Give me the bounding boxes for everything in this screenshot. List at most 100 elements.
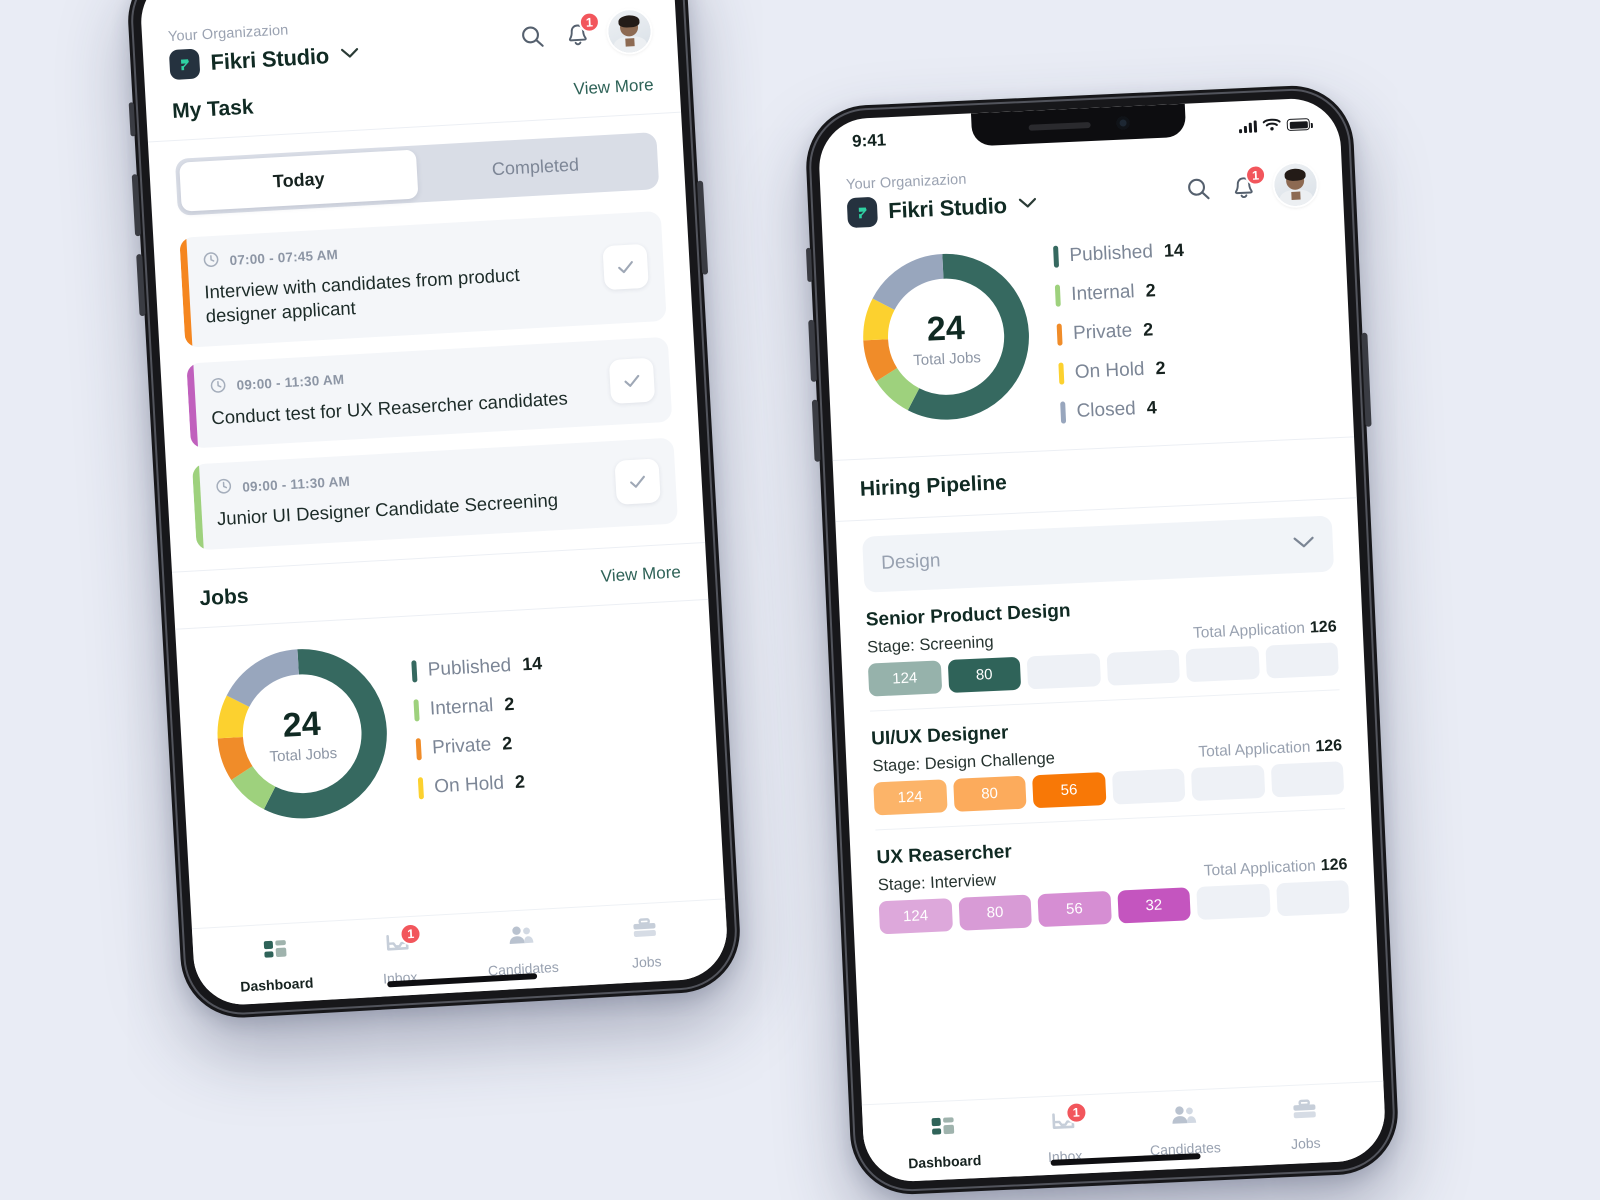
tab-completed[interactable]: Completed [416,136,655,198]
pipeline-row[interactable]: Senior Product Design Stage: Screening Tot… [864,571,1340,712]
donut-center-label: 24 Total Jobs [849,240,1043,439]
donut-total-label: Total Jobs [269,744,338,766]
legend-item: On Hold 2 [417,770,550,799]
jobs-donut-section: 24 Total Jobs Published 14 Internal 2 Privat… [175,600,721,850]
left-screen: Your Organizazion Fikri Studio 1 My Task… [138,0,730,1008]
header-actions: 1 [1184,162,1318,213]
legend-item: Internal 2 [1054,278,1186,307]
pipeline-row[interactable]: UX Reasercher Stage: Interview Total Appli… [875,809,1350,948]
donut-total-value: 24 [281,704,322,745]
pipeline-slot-empty [1264,642,1339,679]
power-button[interactable] [696,180,709,275]
bottom-navigation: Dashboard Inbox 1 Candidates Jobs [861,1080,1387,1184]
bell-icon[interactable]: 1 [1229,164,1267,201]
legend-label: Private [431,733,492,759]
chevron-down-icon[interactable] [339,46,359,65]
legend-color-swatch [1054,284,1061,307]
clock-icon [202,251,220,272]
wifi-icon [1262,115,1281,136]
right-screen: 9:41 Your Organizazion Fikri Studio 1 24… [817,96,1387,1184]
nav-item-dashboard[interactable]: Dashboard [213,935,339,996]
notification-badge: 1 [1244,164,1267,187]
search-icon[interactable] [518,22,548,52]
silent-switch[interactable] [805,247,813,282]
legend-item: Private 2 [1056,317,1188,346]
search-icon[interactable] [1184,175,1213,204]
organization-block[interactable]: Your Organizazion Fikri Studio [846,169,1038,229]
pipeline-list: Senior Product Design Stage: Screening Tot… [839,570,1377,949]
header-actions: 1 [517,9,652,60]
status-time: 9:41 [851,130,887,151]
legend-label: On Hold [433,772,505,798]
pipeline-row[interactable]: UI/UX Designer Stage: Design Challenge Tot… [870,690,1345,831]
nav-item-label: Jobs [631,953,662,971]
organization-label: Your Organizazion [845,171,967,194]
pipeline-stage: Stage: Design Challenge [872,749,1056,776]
legend-color-swatch [1058,361,1065,385]
check-icon[interactable] [608,357,656,404]
nav-item-label: Jobs [1290,1134,1321,1152]
volume-down-button[interactable] [811,399,821,462]
legend-label: Internal [429,694,494,720]
check-icon[interactable] [614,458,661,505]
volume-down-button[interactable] [136,253,146,317]
organization-name: Fikri Studio [209,43,330,75]
nav-item-label: Dashboard [239,974,314,995]
nav-item-candidates[interactable]: Candidates [1123,1102,1246,1161]
volume-up-button[interactable] [131,174,142,237]
pipeline-slot-empty [1275,880,1350,917]
legend-value: 2 [1142,319,1154,340]
jobs-view-more-link[interactable]: View More [600,562,681,586]
my-task-view-more-link[interactable]: View More [573,75,654,99]
avatar[interactable] [607,9,652,54]
task-accent-stripe [186,363,199,449]
legend-item: Published 14 [411,653,543,683]
task-card[interactable]: 09:00 - 11:30 AM Junior UI Designer Cand… [191,437,679,550]
pipeline-total-application: Total Application 126 [1203,856,1347,881]
pipeline-stage: Stage: Screening [866,632,994,657]
task-time: 07:00 - 07:45 AM [229,246,339,268]
clock-icon [215,478,233,499]
legend-label: Published [1069,240,1154,266]
legend-item: Private 2 [415,731,548,761]
pipeline-slot-filled: 124 [873,779,948,816]
tab-today[interactable]: Today [179,149,419,212]
bell-icon[interactable]: 1 [563,11,601,50]
people-icon [1170,1104,1198,1134]
organization-block[interactable]: Your Organizazion Fikri Studio [168,19,360,81]
battery-icon [1286,118,1311,132]
legend-value: 2 [1145,280,1157,301]
nav-item-jobs[interactable]: Jobs [583,915,709,976]
total-application-label: Total Application [1203,857,1317,880]
dashboard-icon [261,938,289,970]
app-logo-icon [846,196,879,229]
avatar[interactable] [1273,162,1318,207]
legend-label: Closed [1076,397,1137,422]
chevron-down-icon[interactable] [1292,535,1315,554]
legend-color-swatch [417,776,424,799]
check-icon[interactable] [602,243,649,291]
earpiece-speaker [1028,121,1091,131]
legend-item: Published 14 [1053,239,1185,268]
donut-center-label: 24 Total Jobs [202,633,403,838]
dashboard-icon [930,1115,957,1147]
chevron-down-icon[interactable] [1017,196,1037,215]
legend-value: 2 [1154,357,1166,379]
nav-item-dashboard[interactable]: Dashboard [882,1113,1005,1172]
silent-switch[interactable] [128,102,136,137]
pipeline-slot-filled: 32 [1116,887,1191,924]
legend-label: Published [427,654,512,681]
task-title: Interview with candidates from product d… [203,263,521,327]
app-logo-icon [168,48,201,81]
task-card[interactable]: 07:00 - 07:45 AM Interview with candidat… [179,210,667,348]
total-application-value: 126 [1320,856,1348,875]
total-application-label: Total Application [1192,619,1306,642]
pipeline-slot-empty [1196,883,1271,920]
power-button[interactable] [1361,332,1372,427]
task-time: 09:00 - 11:30 AM [236,372,345,394]
legend-value: 14 [1163,239,1185,261]
nav-item-jobs[interactable]: Jobs [1244,1097,1367,1156]
task-card[interactable]: 09:00 - 11:30 AM Conduct test for UX Rea… [186,336,673,449]
legend-item: On Hold 2 [1058,356,1189,385]
volume-up-button[interactable] [808,319,817,382]
